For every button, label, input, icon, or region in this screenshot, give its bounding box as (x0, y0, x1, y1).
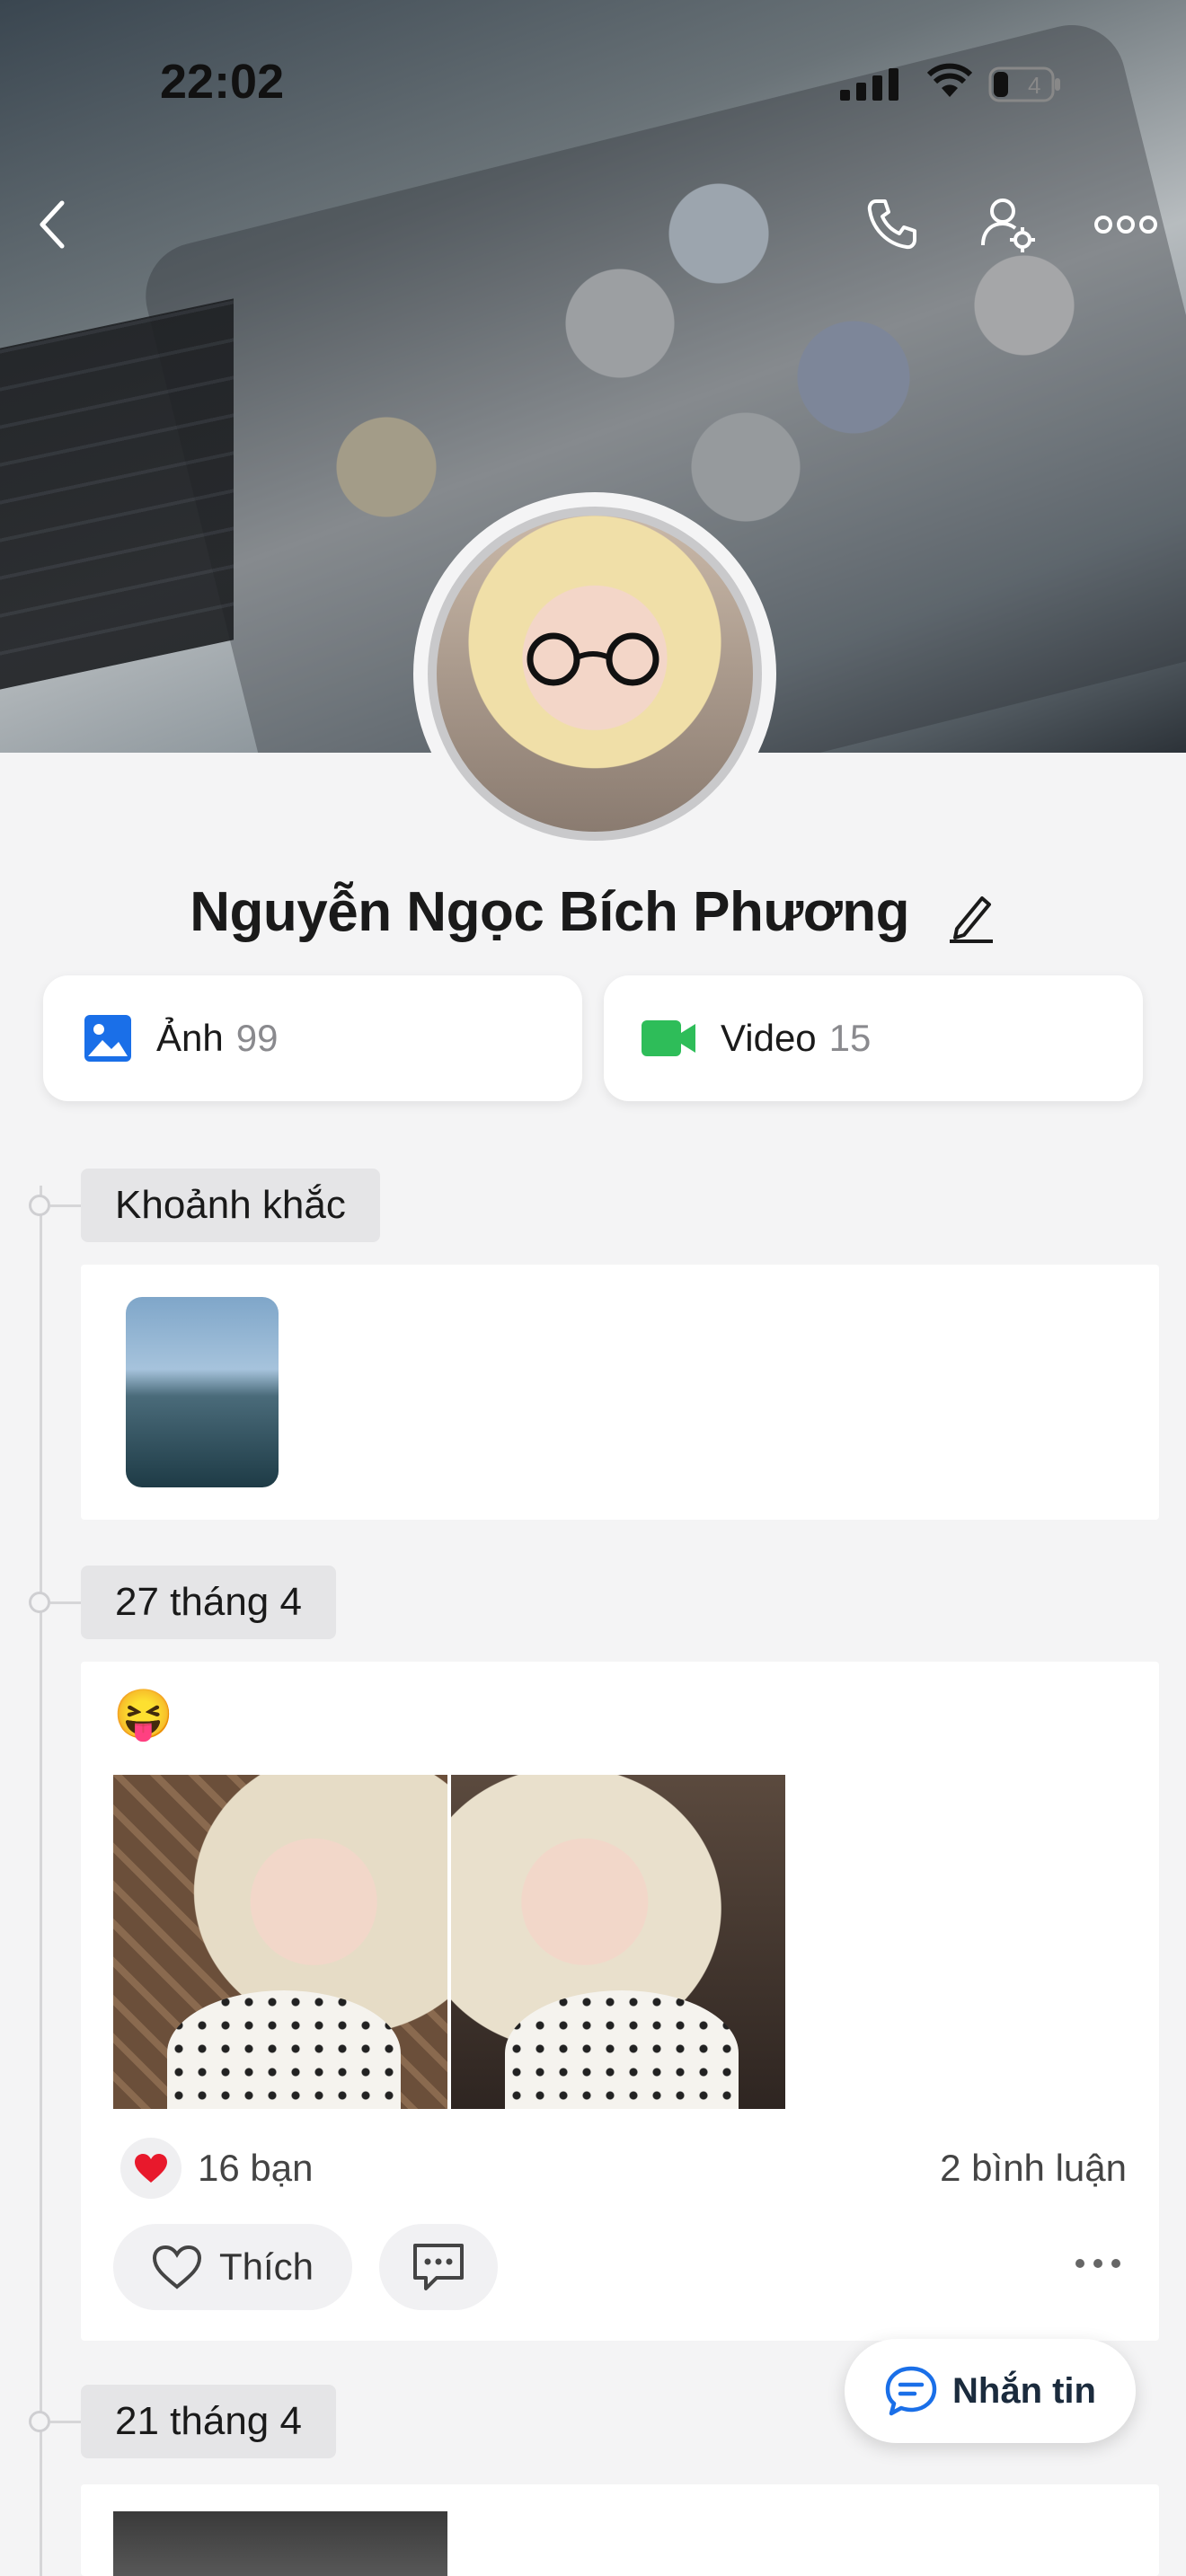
user-settings-icon (981, 198, 1035, 252)
reactions-count: 16 bạn (198, 2147, 314, 2189)
message-button-label: Nhắn tin (952, 2370, 1096, 2411)
timeline-line (40, 1186, 42, 2576)
comment-icon (413, 2244, 464, 2290)
timeline-dot (29, 2411, 50, 2432)
post-more-icon[interactable] (1073, 2254, 1123, 2272)
status-time: 22:02 (160, 55, 285, 109)
comment-button[interactable] (379, 2224, 498, 2310)
videos-count: 15 (828, 1017, 872, 1059)
post-card (81, 2484, 1159, 2576)
photos-card[interactable]: Ảnh 99 (43, 975, 582, 1101)
timeline-connector (50, 1204, 83, 1207)
heart-outline-icon (152, 2245, 202, 2289)
glasses-detail (527, 632, 659, 686)
moments-tag: Khoảnh khắc (81, 1169, 380, 1242)
post-card: 😝 16 bạn 2 bình luận Thích (81, 1662, 1159, 2341)
reactions-summary[interactable]: 16 bạn (120, 2138, 313, 2199)
timeline-connector (50, 2421, 83, 2423)
post-photo[interactable] (113, 2511, 447, 2576)
comments-count[interactable]: 2 bình luận (940, 2147, 1127, 2190)
photo-icon (84, 1015, 131, 1062)
avatar[interactable] (428, 507, 762, 841)
photos-count: 99 (235, 1017, 279, 1059)
videos-label: Video (721, 1017, 817, 1059)
profile-name-text: Nguyễn Ngọc Bích Phương (190, 881, 910, 943)
timeline-dot (29, 1592, 50, 1613)
post-date-tag: 21 tháng 4 (81, 2385, 336, 2458)
avatar-ring (413, 492, 776, 855)
chat-bubble-icon (885, 2366, 937, 2416)
like-label: Thích (219, 2245, 314, 2288)
more-options-button[interactable] (1094, 193, 1157, 256)
status-bar: 22:02 4 (0, 54, 1186, 117)
phone-icon (867, 199, 916, 250)
battery-level: 4 (1028, 72, 1040, 99)
laptop-keyboard (0, 298, 234, 690)
video-icon (642, 1020, 695, 1056)
call-button[interactable] (861, 193, 924, 256)
back-button[interactable] (22, 193, 84, 256)
message-button[interactable]: Nhắn tin (845, 2339, 1136, 2443)
edit-pencil-icon[interactable] (946, 889, 996, 943)
photos-label: Ảnh (156, 1017, 224, 1059)
more-dots-icon (1094, 216, 1157, 234)
profile-name: Nguyễn Ngọc Bích Phương (0, 880, 1186, 944)
like-button[interactable]: Thích (113, 2224, 352, 2310)
post-emoji: 😝 (113, 1688, 174, 1742)
post-date-tag: 27 tháng 4 (81, 1566, 336, 1639)
post-photo[interactable] (113, 1775, 447, 2109)
timeline-connector (50, 1601, 83, 1604)
battery-icon: 4 (988, 66, 1060, 102)
chevron-left-icon (40, 200, 65, 249)
heart-icon (135, 2154, 167, 2183)
moment-thumbnail[interactable] (126, 1297, 279, 1487)
timeline-dot (29, 1195, 50, 1216)
dress-pattern (505, 1990, 739, 2109)
signal-icon (840, 68, 898, 101)
heart-reaction-badge (120, 2138, 181, 2199)
profile-settings-button[interactable] (978, 193, 1040, 256)
dress-pattern (167, 1990, 401, 2109)
wifi-icon (927, 63, 972, 97)
videos-card[interactable]: Video 15 (604, 975, 1143, 1101)
moments-panel (81, 1265, 1159, 1520)
post-photo[interactable] (451, 1775, 785, 2109)
